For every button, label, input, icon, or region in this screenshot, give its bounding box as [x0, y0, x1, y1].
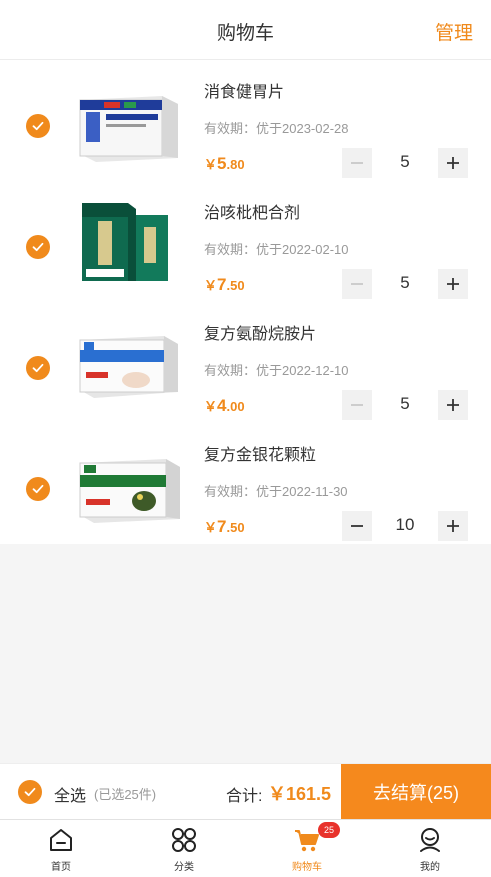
- plus-icon: [447, 399, 459, 411]
- minus-icon: [351, 283, 363, 285]
- cart-list: 消食健胃片 有效期：优于2023-02-28 ￥5.80 5 治咳枇杷合剂 有效…: [0, 60, 491, 544]
- select-all-checkbox[interactable]: [18, 780, 42, 804]
- plus-icon: [447, 278, 459, 290]
- category-icon: [172, 828, 196, 852]
- increase-button[interactable]: [438, 269, 468, 299]
- cart-badge: 25: [318, 822, 340, 838]
- expiry-date: 有效期：优于2022-11-30: [204, 484, 348, 499]
- product-name: 消食健胃片: [204, 84, 285, 101]
- expiry-date: 有效期：优于2022-12-10: [204, 363, 349, 378]
- increase-button[interactable]: [438, 511, 468, 541]
- tab-profile[interactable]: 我的: [369, 820, 491, 877]
- increase-button[interactable]: [438, 390, 468, 420]
- tab-label: 分类: [174, 862, 194, 873]
- cart-item: 复方氨酚烷胺片 有效期：优于2022-12-10 ￥4.00 5: [0, 302, 491, 423]
- select-all-label[interactable]: 全选: [54, 782, 86, 806]
- expiry-date: 有效期：优于2023-02-28: [204, 121, 349, 136]
- page-title: 购物车: [216, 23, 274, 44]
- product-price: ￥7.50: [204, 275, 245, 294]
- minus-icon: [351, 162, 363, 164]
- product-image: [74, 195, 184, 285]
- quantity-stepper: 10: [342, 511, 468, 541]
- tab-label: 首页: [51, 862, 71, 873]
- product-image: [74, 316, 184, 406]
- manage-button[interactable]: 管理: [435, 18, 473, 45]
- checkmark-icon: [32, 121, 44, 131]
- minus-icon: [351, 525, 363, 527]
- quantity-value: 5: [400, 273, 410, 292]
- product-name: 复方金银花颗粒: [204, 447, 317, 464]
- checkmark-icon: [32, 363, 44, 373]
- checkout-bar: 全选 (已选25件) 合计: ￥161.5 去结算(25): [0, 763, 491, 820]
- tab-label: 我的: [420, 862, 440, 873]
- quantity-stepper: 5: [342, 148, 468, 178]
- cart-icon: [295, 830, 319, 852]
- checkmark-icon: [24, 787, 36, 797]
- item-checkbox[interactable]: [26, 477, 50, 501]
- quantity-stepper: 5: [342, 269, 468, 299]
- quantity-value: 10: [395, 515, 415, 534]
- tab-category[interactable]: 分类: [123, 820, 245, 877]
- profile-icon: [420, 828, 440, 852]
- product-image: [74, 74, 184, 164]
- product-name: 治咳枇杷合剂: [204, 205, 301, 222]
- selected-count: (已选25件): [94, 787, 157, 802]
- item-checkbox[interactable]: [26, 235, 50, 259]
- cart-item: 复方金银花颗粒 有效期：优于2022-11-30 ￥7.50 10: [0, 423, 491, 544]
- decrease-button[interactable]: [342, 269, 372, 299]
- tab-label: 购物车: [292, 862, 322, 873]
- bottom-tab-bar: 首页 分类 25 购物车 我的: [0, 819, 491, 877]
- checkmark-icon: [32, 484, 44, 494]
- item-checkbox[interactable]: [26, 114, 50, 138]
- top-bar: 购物车 管理: [0, 0, 491, 60]
- cart-item: 消食健胃片 有效期：优于2023-02-28 ￥5.80 5: [0, 60, 491, 181]
- quantity-value: 5: [400, 152, 410, 171]
- checkout-button[interactable]: 去结算(25): [341, 764, 491, 820]
- checkmark-icon: [32, 242, 44, 252]
- total-label: 合计:: [226, 788, 263, 805]
- decrease-button[interactable]: [342, 148, 372, 178]
- increase-button[interactable]: [438, 148, 468, 178]
- product-price: ￥4.00: [204, 396, 245, 415]
- tab-cart[interactable]: 25 购物车: [246, 820, 368, 877]
- product-price: ￥7.50: [204, 517, 245, 536]
- item-checkbox[interactable]: [26, 356, 50, 380]
- product-image: [74, 437, 184, 527]
- home-icon: [50, 829, 72, 851]
- product-price: ￥5.80: [204, 154, 245, 173]
- cart-item: 治咳枇杷合剂 有效期：优于2022-02-10 ￥7.50 5: [0, 181, 491, 302]
- plus-icon: [447, 520, 459, 532]
- tab-home[interactable]: 首页: [0, 820, 122, 877]
- decrease-button[interactable]: [342, 511, 372, 541]
- plus-icon: [447, 157, 459, 169]
- product-name: 复方氨酚烷胺片: [204, 326, 317, 343]
- minus-icon: [351, 404, 363, 406]
- expiry-date: 有效期：优于2022-02-10: [204, 242, 349, 257]
- quantity-stepper: 5: [342, 390, 468, 420]
- total-amount: ￥161.5: [268, 784, 332, 804]
- decrease-button[interactable]: [342, 390, 372, 420]
- quantity-value: 5: [400, 394, 410, 413]
